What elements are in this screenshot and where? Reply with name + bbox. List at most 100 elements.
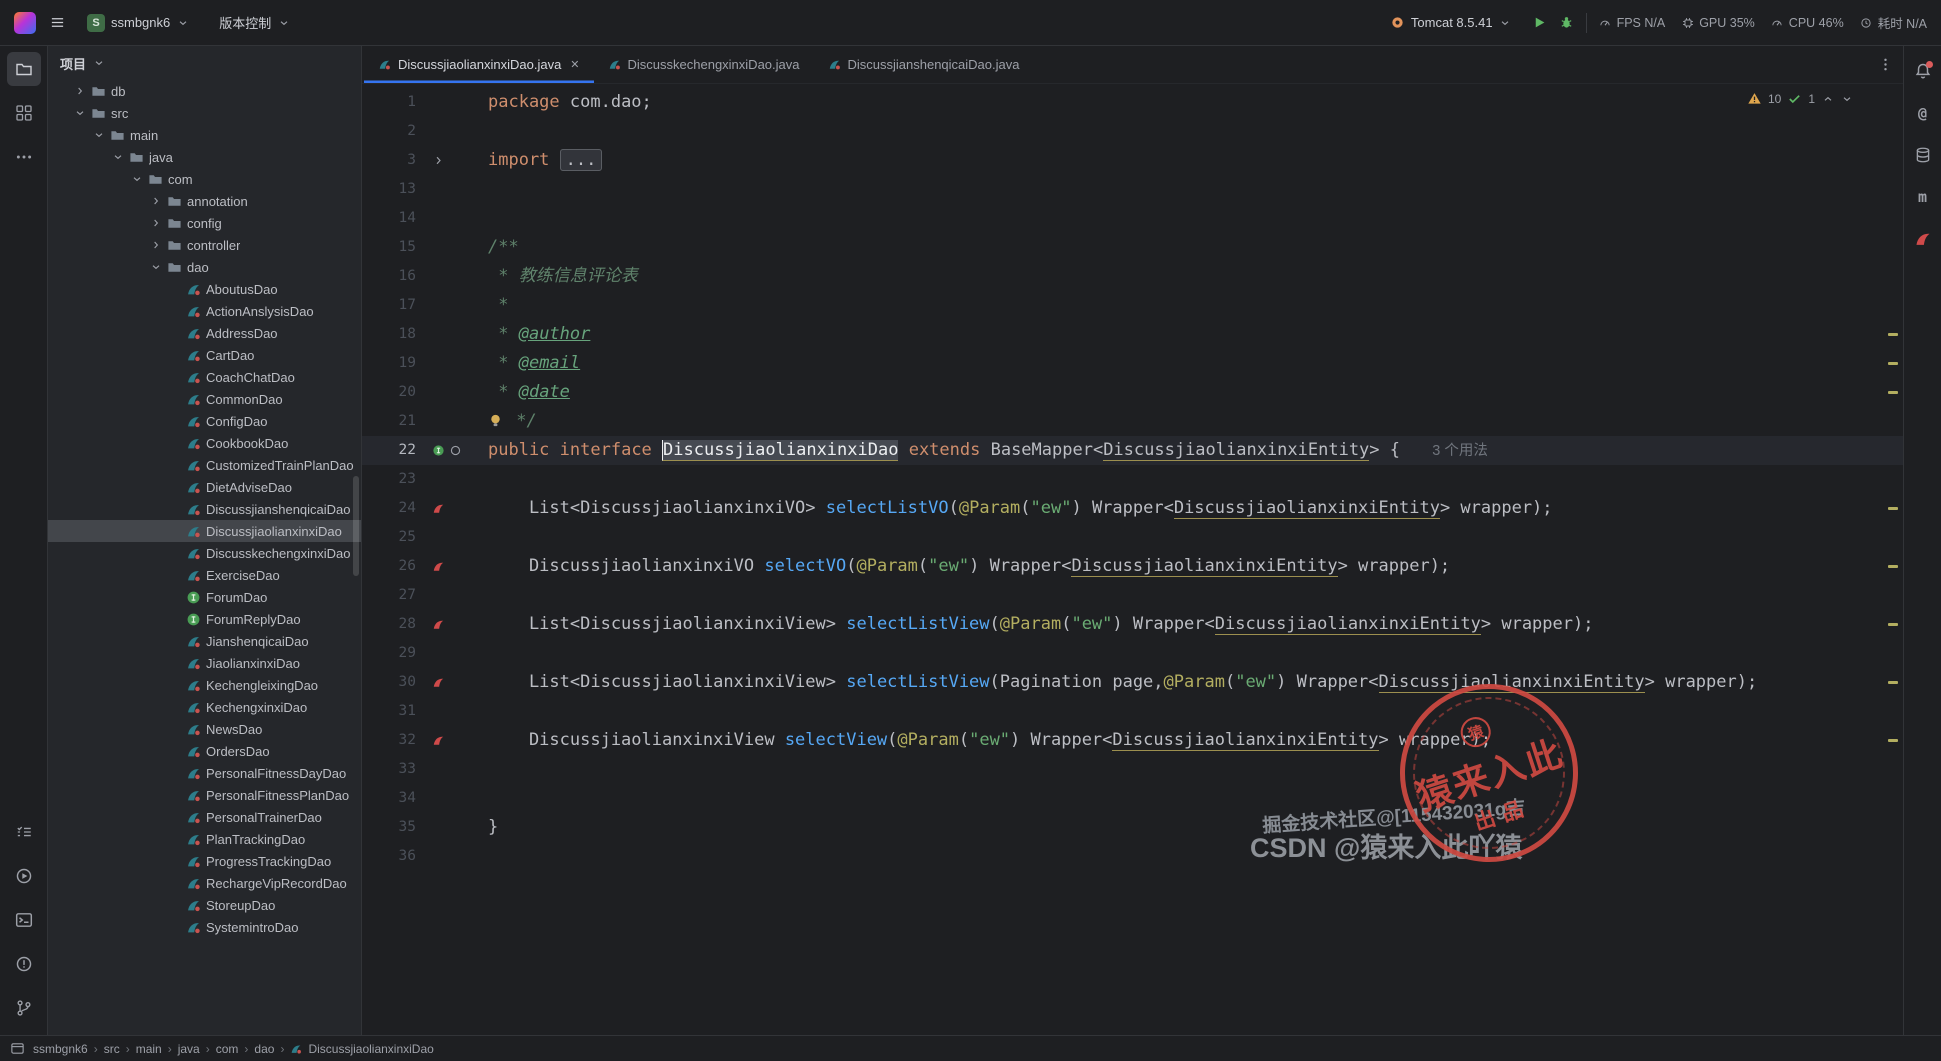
code-line-34[interactable]: 34 <box>362 784 1903 813</box>
breadcrumb-item[interactable]: java <box>178 1042 200 1056</box>
code-line-31[interactable]: 31 <box>362 697 1903 726</box>
more-button[interactable] <box>7 140 41 174</box>
chevron-right-icon[interactable] <box>149 195 162 207</box>
chevron-down-icon[interactable] <box>1840 93 1853 105</box>
tree-item-DiscussjianshenqicaiDao[interactable]: DiscussjianshenqicaiDao <box>48 498 361 520</box>
code-line-25[interactable]: 25 <box>362 523 1903 552</box>
mybatis-icon[interactable] <box>432 560 445 573</box>
tree-item-ActionAnslysisDao[interactable]: ActionAnslysisDao <box>48 300 361 322</box>
tree-item-NewsDao[interactable]: NewsDao <box>48 718 361 740</box>
breadcrumb-item[interactable]: com <box>216 1042 239 1056</box>
project-widget[interactable]: S ssmbgnk6 <box>79 10 197 36</box>
tree-item-DietAdviseDao[interactable]: DietAdviseDao <box>48 476 361 498</box>
editor-tab[interactable]: DiscussjiaolianxinxiDao.java ✕ <box>364 46 594 83</box>
tree-item-PersonalFitnessPlanDao[interactable]: PersonalFitnessPlanDao <box>48 784 361 806</box>
tree-item-com[interactable]: com <box>48 168 361 190</box>
tree-item-ProgressTrackingDao[interactable]: ProgressTrackingDao <box>48 850 361 872</box>
code-line-35[interactable]: 35} <box>362 813 1903 842</box>
code-line-13[interactable]: 13 <box>362 175 1903 204</box>
code-line-3[interactable]: 3 import ... <box>362 146 1903 175</box>
code-line-24[interactable]: 24 List<DiscussjiaolianxinxiVO> selectLi… <box>362 494 1903 523</box>
warning-stripe-mark[interactable] <box>1888 623 1898 626</box>
code-line-28[interactable]: 28 List<DiscussjiaolianxinxiView> select… <box>362 610 1903 639</box>
tree-item-PersonalFitnessDayDao[interactable]: PersonalFitnessDayDao <box>48 762 361 784</box>
chevron-right-icon[interactable] <box>432 154 445 167</box>
warning-stripe-mark[interactable] <box>1888 333 1898 336</box>
mybatis-icon[interactable] <box>432 502 445 515</box>
impl-icon[interactable] <box>449 444 462 457</box>
vcs-widget[interactable]: 版本控制 <box>211 9 298 36</box>
code-line-30[interactable]: 30 List<DiscussjiaolianxinxiView> select… <box>362 668 1903 697</box>
code-line-21[interactable]: 21 */ <box>362 407 1903 436</box>
run-button[interactable] <box>7 859 41 893</box>
tree-item-CookbookDao[interactable]: CookbookDao <box>48 432 361 454</box>
warning-stripe-mark[interactable] <box>1888 507 1898 510</box>
perf-cpu[interactable]: CPU 46% <box>1771 16 1844 30</box>
database-button[interactable] <box>1908 140 1938 170</box>
code-line-32[interactable]: 32 DiscussjiaolianxinxiView selectView(@… <box>362 726 1903 755</box>
tree-item-JiaolianxinxiDao[interactable]: JiaolianxinxiDao <box>48 652 361 674</box>
tree-item-AddressDao[interactable]: AddressDao <box>48 322 361 344</box>
code-line-26[interactable]: 26 DiscussjiaolianxinxiVO selectVO(@Para… <box>362 552 1903 581</box>
tree-item-SystemintroDao[interactable]: SystemintroDao <box>48 916 361 938</box>
code-line-2[interactable]: 2 <box>362 117 1903 146</box>
chevron-down-icon[interactable] <box>130 173 143 185</box>
code-line-23[interactable]: 23 <box>362 465 1903 494</box>
tree-item-JianshenqicaiDao[interactable]: JianshenqicaiDao <box>48 630 361 652</box>
tree-item-CustomizedTrainPlanDao[interactable]: CustomizedTrainPlanDao <box>48 454 361 476</box>
code-line-1[interactable]: 1 package com.dao; <box>362 88 1903 117</box>
tree-item-DiscussjiaolianxinxiDao[interactable]: DiscussjiaolianxinxiDao <box>48 520 361 542</box>
run-config-widget[interactable]: Tomcat 8.5.41 <box>1382 11 1520 34</box>
tree-item-RechargeVipRecordDao[interactable]: RechargeVipRecordDao <box>48 872 361 894</box>
code-editor[interactable]: 1 package com.dao; 2 3 import ... 13 14 15/** 16… <box>362 84 1903 1035</box>
notifications-button[interactable] <box>1908 56 1938 86</box>
todo-button[interactable] <box>7 815 41 849</box>
mybatis-icon[interactable] <box>432 618 445 631</box>
chevron-down-icon[interactable] <box>92 129 105 141</box>
tree-item-config[interactable]: config <box>48 212 361 234</box>
run-button[interactable] <box>1532 15 1547 30</box>
code-line-18[interactable]: 18 * @author <box>362 320 1903 349</box>
structure-button[interactable] <box>7 96 41 130</box>
chevron-up-icon[interactable] <box>1821 93 1834 105</box>
tree-item-CommonDao[interactable]: CommonDao <box>48 388 361 410</box>
tree-item-annotation[interactable]: annotation <box>48 190 361 212</box>
tree-item-ConfigDao[interactable]: ConfigDao <box>48 410 361 432</box>
project-panel-header[interactable]: 项目 <box>48 46 361 80</box>
mybatis-icon[interactable] <box>432 676 445 689</box>
chevron-down-icon[interactable] <box>149 261 162 273</box>
chevron-right-icon[interactable] <box>73 85 86 97</box>
inspections-widget[interactable]: 10 1 <box>1747 91 1853 106</box>
tree-item-db[interactable]: db <box>48 80 361 102</box>
warning-stripe-mark[interactable] <box>1888 681 1898 684</box>
scrollbar-thumb[interactable] <box>353 476 359 576</box>
chevron-down-icon[interactable] <box>73 107 86 119</box>
project-button[interactable] <box>6 52 41 86</box>
hamburger-menu-icon[interactable] <box>50 15 65 30</box>
code-line-19[interactable]: 19 * @email <box>362 349 1903 378</box>
tree-item-CartDao[interactable]: CartDao <box>48 344 361 366</box>
code-line-16[interactable]: 16 * 教练信息评论表 <box>362 262 1903 291</box>
close-tab-icon[interactable]: ✕ <box>570 58 579 71</box>
mybatis-icon[interactable] <box>432 734 445 747</box>
tree-item-dao[interactable]: dao <box>48 256 361 278</box>
tree-item-KechengxinxiDao[interactable]: KechengxinxiDao <box>48 696 361 718</box>
warning-stripe-mark[interactable] <box>1888 565 1898 568</box>
chevron-right-icon[interactable] <box>149 217 162 229</box>
breadcrumb-item[interactable]: ssmbgnk6 <box>33 1042 88 1056</box>
code-line-15[interactable]: 15 /** <box>362 233 1903 262</box>
code-line-33[interactable]: 33 <box>362 755 1903 784</box>
tree-item-AboutusDao[interactable]: AboutusDao <box>48 278 361 300</box>
tree-item-ForumReplyDao[interactable]: ForumReplyDao <box>48 608 361 630</box>
code-line-22[interactable]: 22 public interface DiscussjiaolianxinxiD… <box>362 436 1903 465</box>
code-line-14[interactable]: 14 <box>362 204 1903 233</box>
tree-item-java[interactable]: java <box>48 146 361 168</box>
tree-item-main[interactable]: main <box>48 124 361 146</box>
git-branch-button[interactable] <box>7 991 41 1025</box>
bulb-icon[interactable] <box>488 413 503 428</box>
warning-stripe-mark[interactable] <box>1888 739 1898 742</box>
editor-tab[interactable]: DiscusskechengxinxiDao.java <box>594 46 814 83</box>
breadcrumb-item[interactable]: dao <box>254 1042 274 1056</box>
editor-tab[interactable]: DiscussjianshenqicaiDao.java <box>814 46 1034 83</box>
at-button[interactable]: @ <box>1908 98 1938 128</box>
